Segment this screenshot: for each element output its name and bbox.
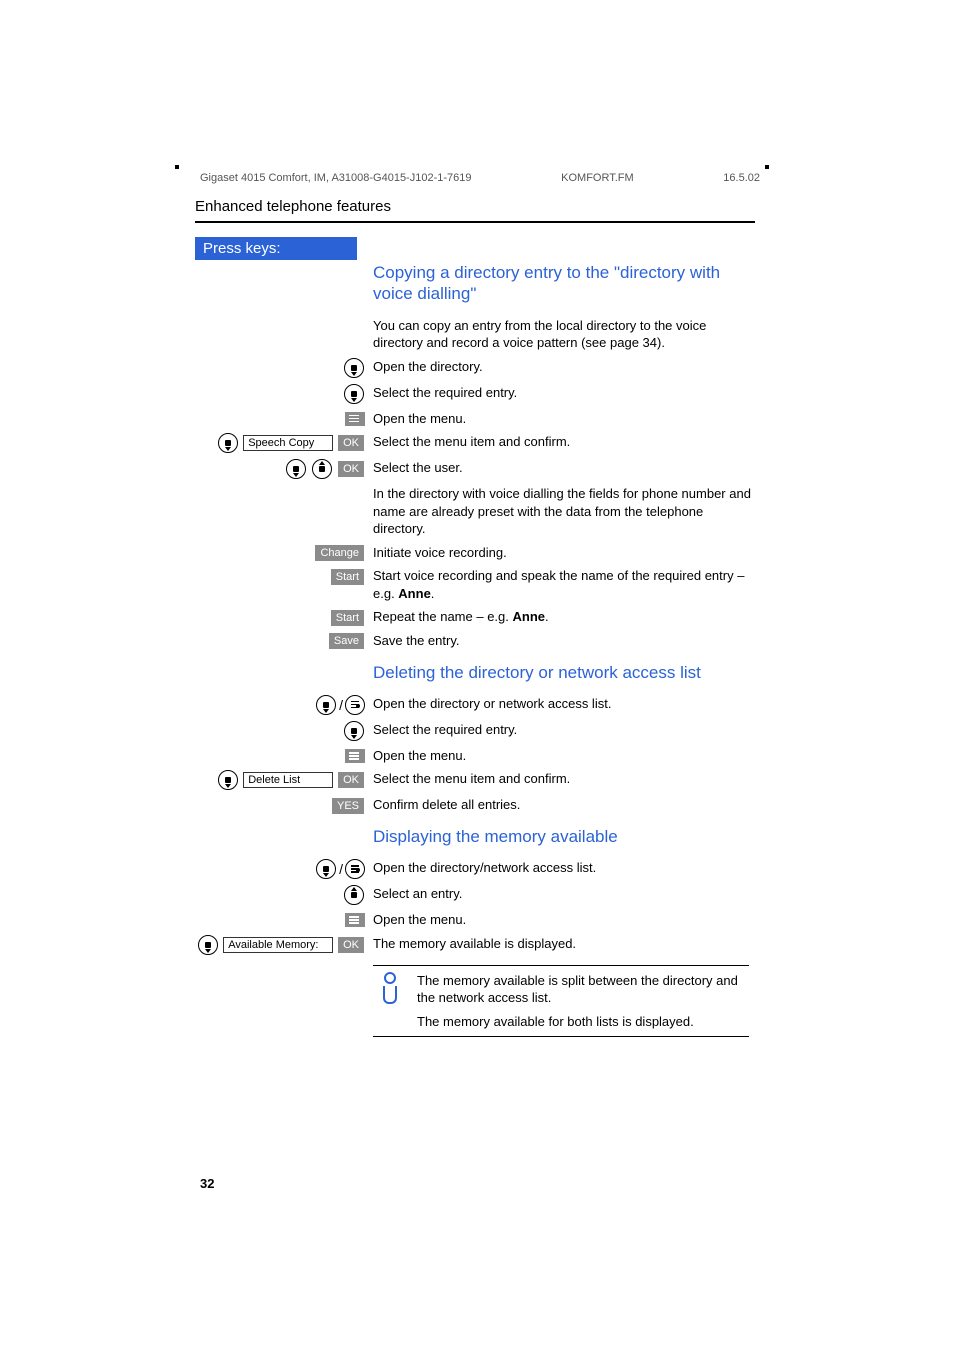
softkey-save: Save bbox=[329, 633, 364, 649]
title-rule bbox=[195, 221, 755, 223]
nav-down-icon bbox=[344, 721, 364, 741]
crop-mark bbox=[765, 165, 769, 169]
softkey-ok: OK bbox=[338, 937, 364, 953]
step3-select: Select an entry. bbox=[373, 885, 755, 903]
list-icon bbox=[345, 859, 365, 879]
page-number: 32 bbox=[200, 1176, 214, 1191]
info-icon bbox=[377, 972, 403, 1031]
slash: / bbox=[339, 861, 343, 877]
nav-down-icon bbox=[316, 859, 336, 879]
heading-memory: Displaying the memory available bbox=[373, 826, 755, 847]
softkey-ok: OK bbox=[338, 772, 364, 788]
step-repeat-name-text: Repeat the name – e.g. bbox=[373, 609, 512, 624]
press-keys-label: Press keys: bbox=[195, 237, 357, 260]
header-meta: Gigaset 4015 Comfort, IM, A31008-G4015-J… bbox=[200, 172, 760, 184]
step2-open: Open the directory or network access lis… bbox=[373, 695, 755, 713]
softkey-yes: YES bbox=[332, 798, 364, 814]
step-open-menu: Open the menu. bbox=[373, 410, 755, 428]
nav-up-icon bbox=[312, 459, 332, 479]
step2-confirm: Select the menu item and confirm. bbox=[373, 770, 755, 788]
nav-down-icon bbox=[218, 770, 238, 790]
step2-yes: Confirm delete all entries. bbox=[373, 796, 755, 814]
softkey-start: Start bbox=[331, 610, 364, 626]
step-repeat-name-name: Anne bbox=[512, 609, 545, 624]
info-p2: The memory available for both lists is d… bbox=[417, 1013, 745, 1031]
step-preset-note: In the directory with voice dialling the… bbox=[373, 485, 755, 538]
info-p1: The memory available is split between th… bbox=[417, 972, 745, 1007]
heading-copy-entry: Copying a directory entry to the "direct… bbox=[373, 262, 755, 305]
intro-paragraph: You can copy an entry from the local dir… bbox=[373, 317, 755, 352]
heading-delete-list: Deleting the directory or network access… bbox=[373, 662, 755, 683]
menu-icon bbox=[345, 749, 365, 763]
step-select-confirm: Select the menu item and confirm. bbox=[373, 433, 755, 451]
softkey-start: Start bbox=[331, 569, 364, 585]
nav-down-icon bbox=[344, 384, 364, 404]
menu-icon bbox=[345, 412, 365, 426]
info-box: The memory available is split between th… bbox=[373, 965, 749, 1038]
step2-menu: Open the menu. bbox=[373, 747, 755, 765]
nav-up-icon bbox=[344, 885, 364, 905]
nav-down-icon bbox=[198, 935, 218, 955]
crop-mark bbox=[175, 165, 179, 169]
menu-item-available-memory: Available Memory: bbox=[223, 937, 333, 953]
step3-result: The memory available is displayed. bbox=[373, 935, 755, 953]
nav-down-icon bbox=[286, 459, 306, 479]
step-open-directory: Open the directory. bbox=[373, 358, 755, 376]
menu-item-delete-list: Delete List bbox=[243, 772, 333, 788]
step-initiate-recording: Initiate voice recording. bbox=[373, 544, 755, 562]
softkey-ok: OK bbox=[338, 435, 364, 451]
step-save-entry: Save the entry. bbox=[373, 632, 755, 650]
nav-down-icon bbox=[316, 695, 336, 715]
date: 16.5.02 bbox=[723, 172, 760, 184]
nav-down-icon bbox=[344, 358, 364, 378]
softkey-change: Change bbox=[315, 545, 364, 561]
step3-open: Open the directory/network access list. bbox=[373, 859, 755, 877]
step-start-recording-name: Anne bbox=[398, 586, 431, 601]
list-icon bbox=[345, 695, 365, 715]
softkey-ok: OK bbox=[338, 461, 364, 477]
step2-select: Select the required entry. bbox=[373, 721, 755, 739]
file-name: KOMFORT.FM bbox=[561, 172, 634, 184]
section-title: Enhanced telephone features bbox=[195, 198, 755, 215]
slash: / bbox=[339, 697, 343, 713]
step-repeat-name: Repeat the name – e.g. Anne. bbox=[373, 608, 755, 626]
menu-item-speech-copy: Speech Copy bbox=[243, 435, 333, 451]
menu-icon bbox=[345, 913, 365, 927]
step-select-user: Select the user. bbox=[373, 459, 755, 477]
nav-down-icon bbox=[218, 433, 238, 453]
info-text: The memory available is split between th… bbox=[417, 972, 745, 1031]
doc-id: Gigaset 4015 Comfort, IM, A31008-G4015-J… bbox=[200, 172, 472, 184]
step3-menu: Open the menu. bbox=[373, 911, 755, 929]
step-select-entry: Select the required entry. bbox=[373, 384, 755, 402]
step-start-recording: Start voice recording and speak the name… bbox=[373, 567, 755, 602]
